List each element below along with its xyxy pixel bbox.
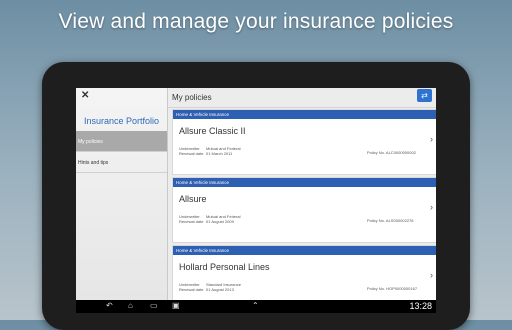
policy-name: Allsure: [179, 194, 207, 204]
policy-number: Policy No. ALC0000000002: [367, 150, 416, 155]
policy-number: Policy No. ALS000002276: [367, 218, 414, 223]
policy-details: Underwriter Standard Insurance Renewal da…: [179, 282, 241, 292]
policy-number-value: ALS000002276: [385, 218, 414, 223]
chevron-right-icon[interactable]: ›: [430, 202, 433, 212]
swap-icon: ⇄: [421, 91, 428, 100]
policy-number-label: Policy No.: [367, 286, 386, 291]
renewal-value: 01 March 2011: [206, 151, 233, 156]
renewal-label: Renewal date: [179, 287, 204, 292]
policy-category: Home & Vehicle Insurance: [173, 110, 436, 119]
page-title: My policies: [172, 93, 212, 102]
policy-number: Policy No. HOP0000000167: [367, 286, 417, 291]
main-panel: My policies ⇄ Home & Vehicle Insurance A…: [168, 88, 436, 311]
policy-number-value: HOP0000000167: [386, 286, 418, 291]
policy-name: Hollard Personal Lines: [179, 262, 270, 272]
policy-card[interactable]: Home & Vehicle Insurance Allsure Underwr…: [172, 177, 436, 243]
chevron-right-icon[interactable]: ›: [430, 134, 433, 144]
close-icon[interactable]: ✕: [81, 90, 89, 101]
policy-details: Underwriter Mutual and Federal Renewal da…: [179, 214, 240, 224]
screenshot-icon[interactable]: ▣: [172, 301, 180, 310]
switch-button[interactable]: ⇄: [417, 89, 432, 102]
policy-number-value: ALC0000000002: [385, 150, 416, 155]
renewal-value: 01 August 2009: [206, 219, 234, 224]
sidebar-title: Insurance Portfolio: [84, 116, 160, 126]
policy-name: Allsure Classic II: [179, 126, 246, 136]
renewal-value: 01 August 2013: [206, 287, 234, 292]
policy-details: Underwriter Mutual and Federal Renewal da…: [179, 146, 240, 156]
clock: 13:28: [409, 301, 432, 311]
sidebar-item-label: Hints and tips: [78, 160, 109, 166]
app-screen: ✕ Insurance Portfolio My policies Hints …: [76, 88, 436, 313]
main-header: My policies ⇄: [168, 88, 436, 108]
chevron-up-icon[interactable]: ⌃: [252, 301, 259, 310]
promo-headline: View and manage your insurance policies: [58, 10, 454, 33]
home-icon[interactable]: ⌂: [128, 301, 133, 310]
policy-category: Home & Vehicle Insurance: [173, 178, 436, 187]
policy-number-label: Policy No.: [367, 150, 386, 155]
chevron-right-icon[interactable]: ›: [430, 270, 433, 280]
policy-card[interactable]: Home & Vehicle Insurance Allsure Classic…: [172, 109, 436, 175]
policy-category: Home & Vehicle Insurance: [173, 246, 436, 255]
sidebar-item-label: My policies: [78, 139, 103, 145]
sidebar-item-hints-and-tips[interactable]: Hints and tips: [76, 152, 167, 173]
system-nav-bar: ↶ ⌂ ▭ ▣ ⌃ 13:28: [76, 300, 436, 313]
renewal-label: Renewal date: [179, 151, 204, 156]
sidebar: ✕ Insurance Portfolio My policies Hints …: [76, 88, 168, 300]
back-icon[interactable]: ↶: [106, 301, 113, 310]
sidebar-item-my-policies[interactable]: My policies: [76, 131, 167, 152]
recent-apps-icon[interactable]: ▭: [150, 301, 158, 310]
policy-number-label: Policy No.: [367, 218, 386, 223]
renewal-label: Renewal date: [179, 219, 204, 224]
